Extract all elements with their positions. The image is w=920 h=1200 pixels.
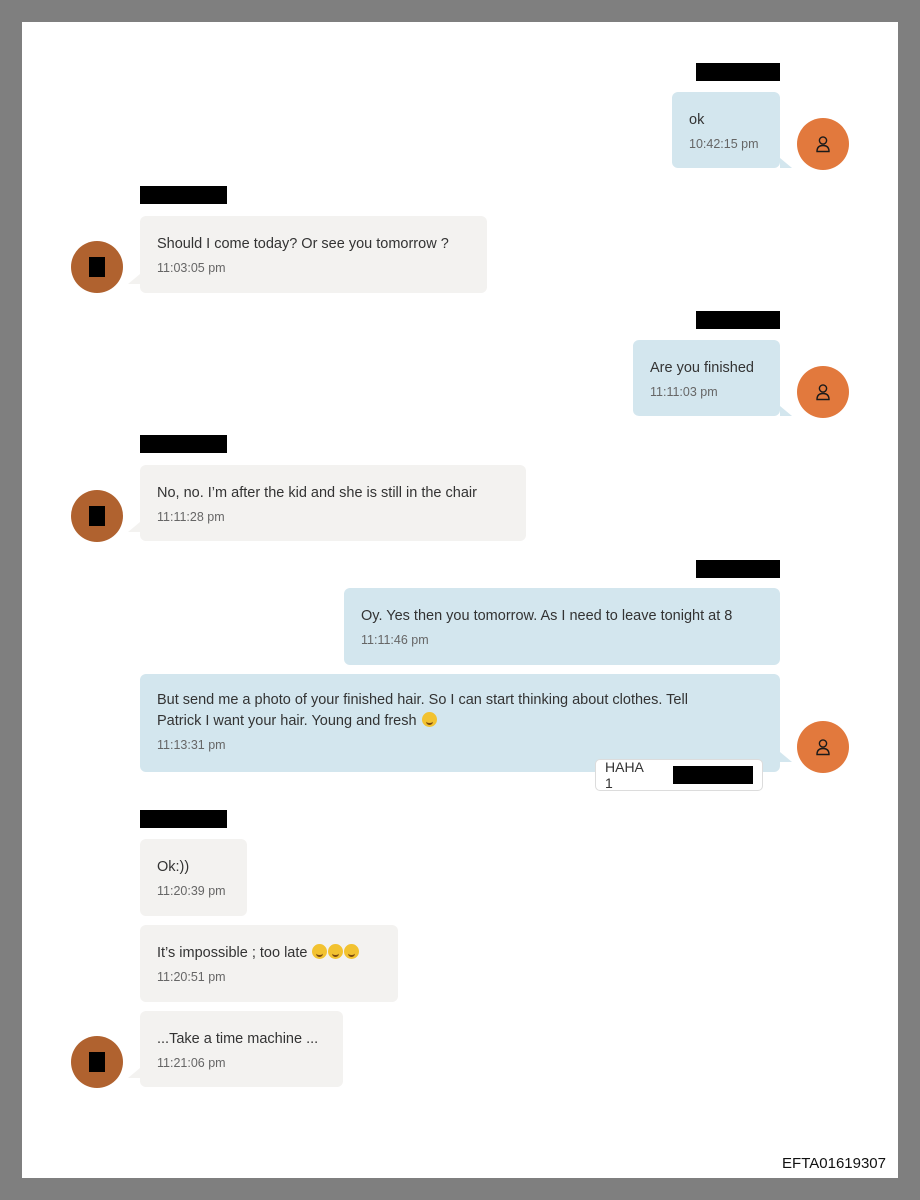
message-timestamp: 11:20:39 pm: [157, 884, 226, 898]
redacted-avatar: [89, 1052, 105, 1072]
message-bubble-incoming: Ok:)) 11:20:39 pm: [140, 839, 247, 916]
message-text: Are you finished: [650, 360, 754, 376]
message-bubble-incoming: It’s impossible ; too late 11:20:51 pm: [140, 925, 398, 1002]
bubble-tail: [128, 1068, 140, 1078]
smiling-face-icon: [421, 712, 437, 727]
message-timestamp: 11:11:28 pm: [157, 510, 225, 524]
incoming-avatar: [71, 490, 123, 542]
reaction-badge[interactable]: HAHA 1: [595, 759, 763, 791]
message-bubble-outgoing: ok 10:42:15 pm: [672, 92, 780, 168]
document-id: EFTA01619307: [782, 1155, 886, 1172]
redacted-sender-name: [696, 560, 780, 578]
message-text-line1: But send me a photo of your finished hai…: [157, 692, 688, 708]
incoming-avatar: [71, 1036, 123, 1088]
message-timestamp: 10:42:15 pm: [689, 137, 759, 151]
message-timestamp: 11:13:31 pm: [157, 738, 226, 752]
message-bubble-incoming: No, no. I’m after the kid and she is sti…: [140, 465, 526, 541]
message-text: Should I come today? Or see you tomorrow…: [157, 236, 449, 252]
redacted-avatar: [89, 257, 105, 277]
bubble-tail: [128, 522, 140, 532]
bubble-tail: [780, 158, 792, 168]
message-text: It’s impossible ; too late: [157, 945, 308, 961]
person-icon: [816, 384, 830, 401]
message-text-line2: Patrick I want your hair. Young and fres…: [157, 713, 417, 729]
bubble-tail: [780, 752, 792, 762]
bubble-tail: [780, 406, 792, 416]
redacted-sender-name: [140, 435, 227, 453]
message-timestamp: 11:21:06 pm: [157, 1056, 226, 1070]
message-text: Ok:)): [157, 859, 190, 875]
outgoing-avatar: [797, 118, 849, 170]
message-text: ...Take a time machine ...: [157, 1031, 319, 1047]
message-timestamp: 11:11:46 pm: [361, 633, 429, 647]
person-icon: [816, 136, 830, 153]
redacted-reactor-name: [672, 766, 753, 784]
redacted-sender-name: [140, 186, 227, 204]
redacted-sender-name: [140, 810, 227, 828]
message-timestamp: 11:20:51 pm: [157, 970, 226, 984]
message-bubble-outgoing: Are you finished 11:11:03 pm: [633, 340, 780, 416]
person-icon: [816, 739, 830, 756]
message-text-row: It’s impossible ; too late: [157, 943, 381, 964]
incoming-avatar: [71, 241, 123, 293]
outgoing-avatar: [797, 721, 849, 773]
message-text: ok: [689, 112, 705, 128]
reaction-label: HAHA 1: [605, 759, 644, 791]
message-text-line2-row: Patrick I want your hair. Young and fres…: [157, 711, 763, 732]
message-text: No, no. I’m after the kid and she is sti…: [157, 485, 477, 501]
message-timestamp: 11:03:05 pm: [157, 261, 226, 275]
message-bubble-outgoing: But send me a photo of your finished hai…: [140, 674, 780, 772]
message-bubble-outgoing: Oy. Yes then you tomorrow. As I need to …: [344, 588, 780, 665]
message-text: Oy. Yes then you tomorrow. As I need to …: [361, 608, 733, 624]
outgoing-avatar: [797, 366, 849, 418]
tears-of-joy-icon: [344, 944, 360, 959]
document-page: ok 10:42:15 pm Should I come today? Or s…: [22, 22, 898, 1178]
message-bubble-incoming: ...Take a time machine ... 11:21:06 pm: [140, 1011, 343, 1087]
redacted-avatar: [89, 506, 105, 526]
message-bubble-incoming: Should I come today? Or see you tomorrow…: [140, 216, 487, 293]
message-timestamp: 11:11:03 pm: [650, 385, 718, 399]
redacted-sender-name: [696, 311, 780, 329]
redacted-sender-name: [696, 63, 780, 81]
tears-of-joy-icon: [312, 944, 328, 959]
tears-of-joy-icon: [328, 944, 344, 959]
bubble-tail: [128, 274, 140, 284]
